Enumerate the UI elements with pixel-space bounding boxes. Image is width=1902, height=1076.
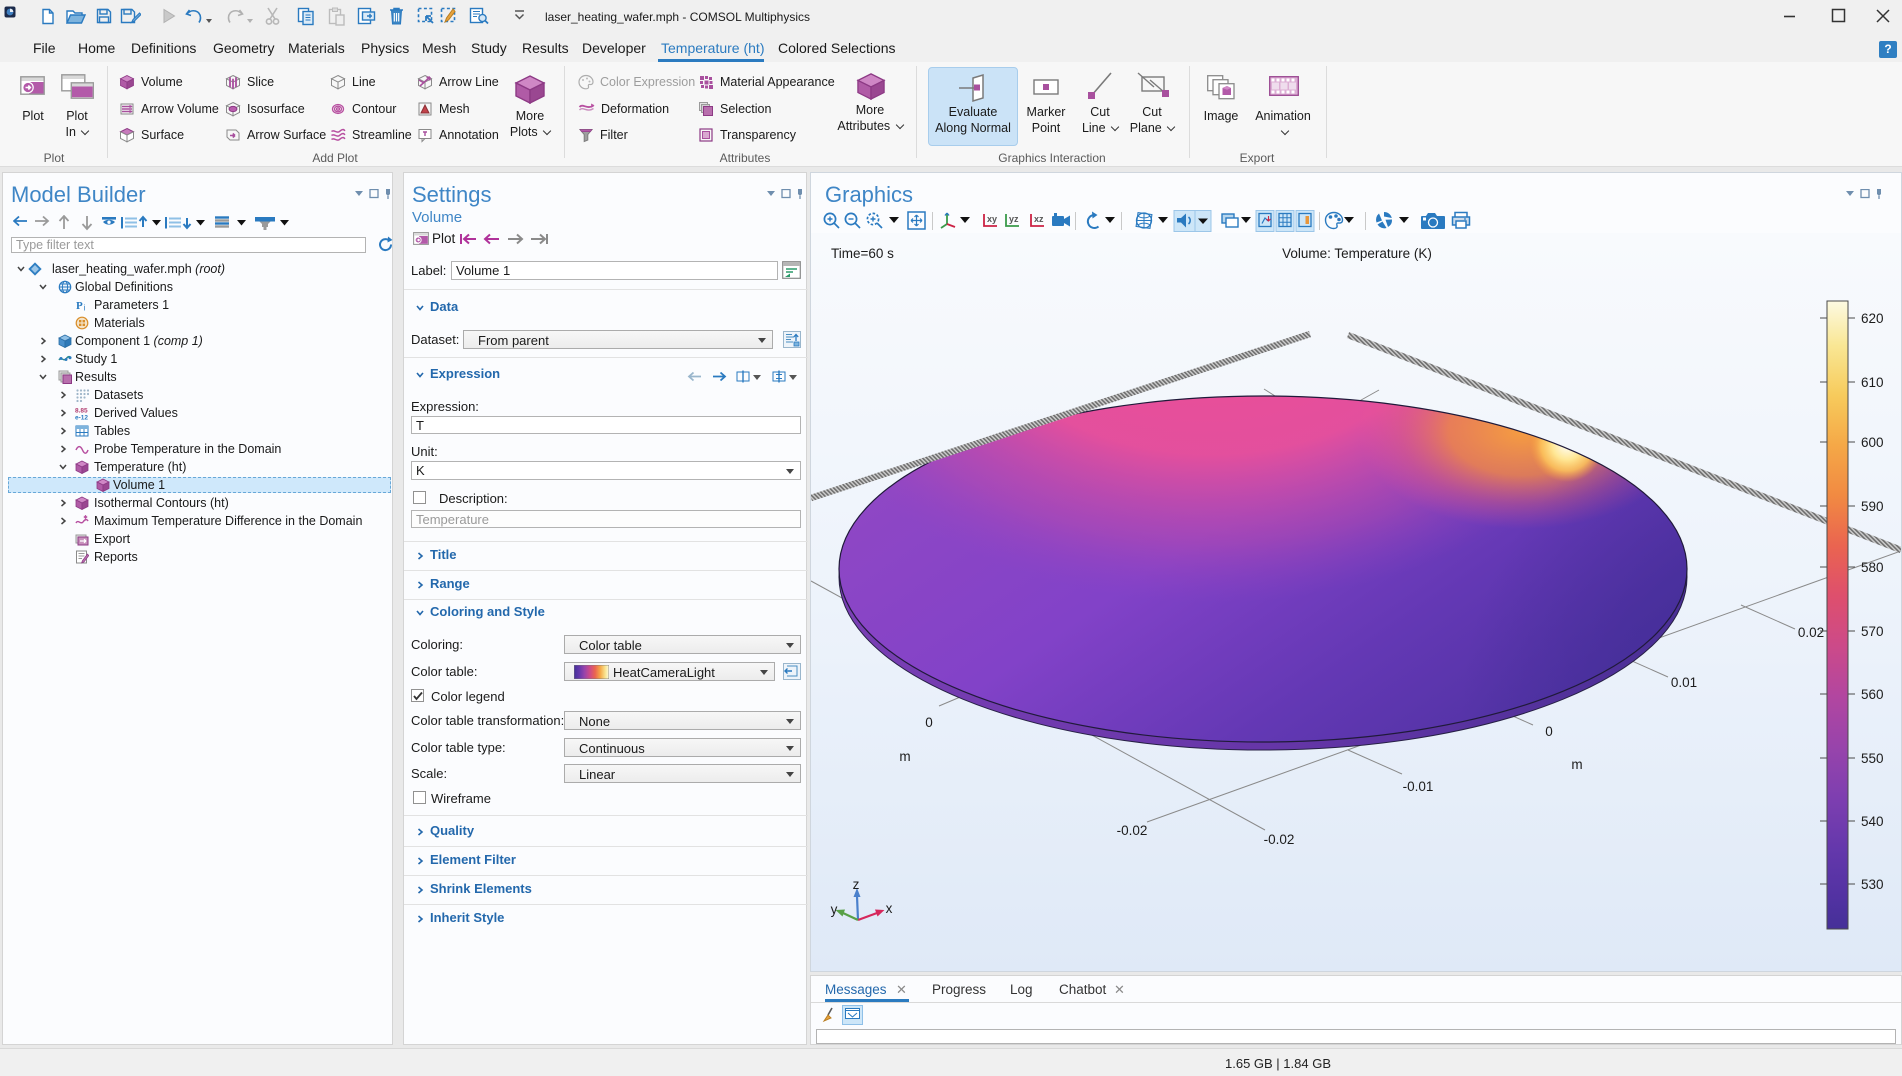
svg-text:0: 0	[1545, 724, 1553, 739]
svg-text:y: y	[831, 902, 838, 917]
svg-text:m: m	[1571, 757, 1582, 772]
svg-text:Time=60 s: Time=60 s	[831, 246, 894, 261]
svg-text:580: 580	[1861, 560, 1884, 575]
svg-text:8.85: 8.85	[75, 408, 88, 415]
svg-text:z: z	[853, 877, 860, 892]
svg-text:xy: xy	[987, 214, 997, 224]
svg-text:m: m	[899, 749, 910, 764]
svg-text:P: P	[76, 300, 83, 312]
svg-text:-0.02: -0.02	[1264, 832, 1295, 847]
svg-text:610: 610	[1861, 375, 1884, 390]
svg-text:550: 550	[1861, 751, 1884, 766]
svg-text:e-12: e-12	[75, 415, 88, 421]
svg-text:560: 560	[1861, 687, 1884, 702]
svg-text:yz: yz	[1009, 214, 1019, 224]
svg-text:540: 540	[1861, 814, 1884, 829]
svg-text:530: 530	[1861, 877, 1884, 892]
svg-text:590: 590	[1861, 499, 1884, 514]
svg-text:i: i	[84, 304, 86, 313]
svg-text:0: 0	[925, 715, 933, 730]
svg-text:-0.02: -0.02	[1117, 823, 1148, 838]
svg-text:620: 620	[1861, 311, 1884, 326]
svg-text:xz: xz	[1034, 214, 1044, 224]
svg-text:-0.01: -0.01	[1403, 779, 1434, 794]
svg-text:600: 600	[1861, 435, 1884, 450]
svg-text:x: x	[886, 901, 893, 916]
svg-text:Volume: Temperature (K): Volume: Temperature (K)	[1282, 246, 1432, 261]
svg-text:0.02: 0.02	[1798, 625, 1824, 640]
svg-text:0.01: 0.01	[1671, 675, 1697, 690]
svg-text:570: 570	[1861, 624, 1884, 639]
